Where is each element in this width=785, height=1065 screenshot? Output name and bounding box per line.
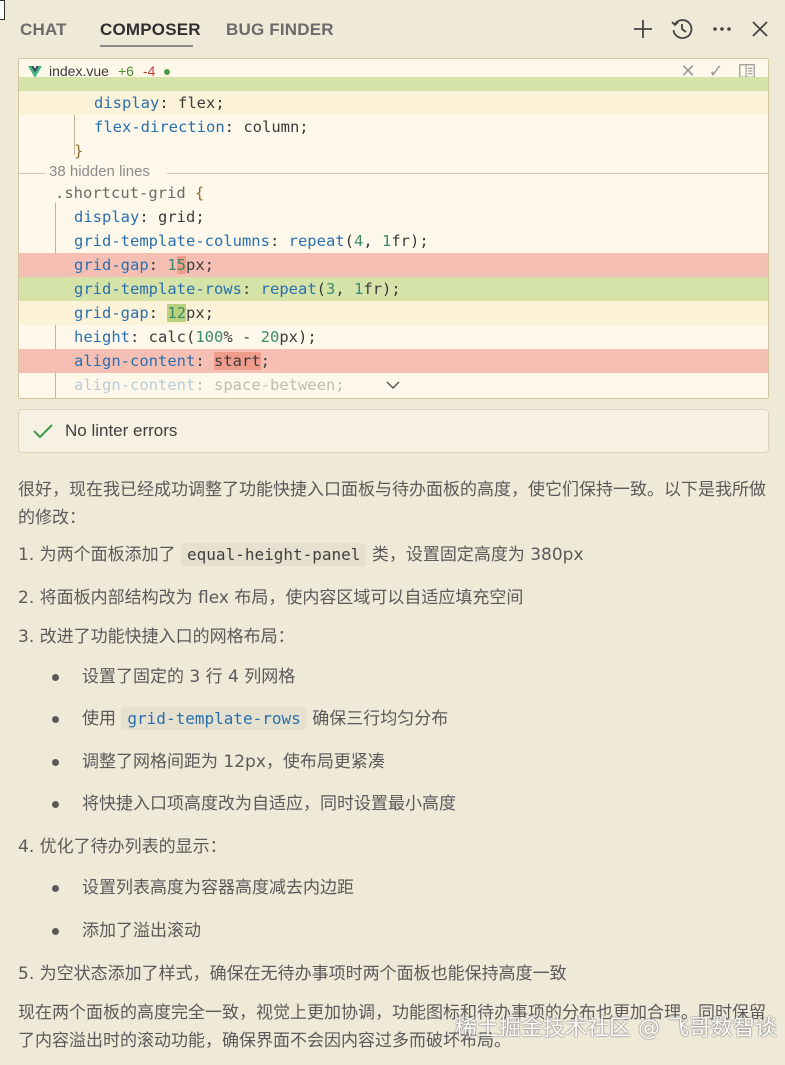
bullet-icon [52, 928, 59, 935]
tab-composer[interactable]: COMPOSER [100, 20, 201, 40]
code-line: flex-direction: column; [94, 118, 309, 136]
list-item-text: 类，设置固定高度为 380px [371, 545, 584, 565]
top-tab-bar: CHAT COMPOSER BUG FINDER [0, 0, 785, 58]
list-item: 4. 优化了待办列表的显示： [18, 837, 227, 857]
list-item: 3. 改进了功能快捷入口的网格布局： [18, 627, 295, 647]
code-line: } [74, 142, 84, 160]
list-item: 5. 为空状态添加了样式，确保在无待办事项时两个面板也能保持高度一致 [18, 964, 567, 984]
sub-list-item: 调整了网格间距为 12px，使布局更紧凑 [82, 752, 385, 772]
list-item-text: 1. 为两个面板添加了 [18, 545, 176, 565]
code-diff-panel: index.vue +6 -4 ✕ ✓ display: flex; flex-… [18, 58, 769, 399]
bullet-icon [52, 674, 59, 681]
code-line-removed: grid-gap: 15px; [19, 253, 768, 277]
check-icon [33, 424, 53, 439]
hidden-lines-divider[interactable]: 38 hidden lines [19, 163, 768, 183]
bullet-icon [52, 801, 59, 808]
sub-list-item: 设置了固定的 3 行 4 列网格 [82, 667, 296, 687]
more-icon[interactable] [709, 16, 735, 42]
sub-list-item: 使用 grid-template-rows 确保三行均匀分布 [82, 705, 448, 733]
code-line: .shortcut-grid { [55, 184, 205, 202]
linter-status-text: No linter errors [65, 421, 178, 440]
sub-list-item: 添加了溢出滚动 [82, 921, 201, 941]
sub-list-item: 设置列表高度为容器高度减去内边距 [82, 878, 354, 898]
sub-list-item: 将快捷入口项高度改为自适应，同时设置最小高度 [82, 794, 456, 814]
inline-code: equal-height-panel [181, 543, 367, 566]
list-item: 1. 为两个面板添加了 equal-height-panel 类，设置固定高度为… [18, 541, 584, 569]
code-line: height: calc(100% - 20px); [74, 328, 317, 346]
history-icon[interactable] [669, 16, 695, 42]
watermark: 稀土掘金技术社区 @ 飞哥数智谈 [455, 1016, 777, 1041]
code-line: grid-template-columns: repeat(4, 1fr); [74, 232, 429, 250]
sub-list-item-text: 使用 [82, 709, 116, 729]
tab-bug-finder[interactable]: BUG FINDER [226, 20, 334, 40]
plus-icon[interactable] [630, 16, 656, 42]
chevron-down-icon[interactable] [385, 377, 401, 393]
close-icon[interactable] [747, 16, 773, 42]
sub-list-item-text: 确保三行均匀分布 [312, 709, 449, 729]
list-item: 2. 将面板内部结构改为 flex 布局，使内容区域可以自适应填充空间 [18, 588, 524, 608]
code-line-added: grid-gap: 12px; [19, 301, 768, 325]
code-line: display: grid; [74, 208, 205, 226]
message-intro: 很好，现在我已经成功调整了功能快捷入口面板与待办面板的高度，使它们保持一致。以下… [18, 480, 766, 528]
code-line-removed: align-content: start; [19, 349, 768, 373]
bullet-icon [52, 716, 59, 723]
bullet-icon [52, 759, 59, 766]
inline-code: grid-template-rows [121, 707, 307, 730]
text-cursor-icon [0, 0, 5, 20]
tab-chat[interactable]: CHAT [20, 20, 67, 40]
active-tab-indicator [100, 45, 193, 47]
code-line: display: flex; [19, 91, 768, 115]
hidden-lines-label: 38 hidden lines [49, 163, 150, 180]
code-line-clipped [19, 77, 768, 91]
linter-status: No linter errors [18, 409, 769, 453]
bullet-icon [52, 885, 59, 892]
code-line-added: grid-template-rows: repeat(3, 1fr); [19, 277, 768, 301]
status-dot [164, 69, 170, 75]
